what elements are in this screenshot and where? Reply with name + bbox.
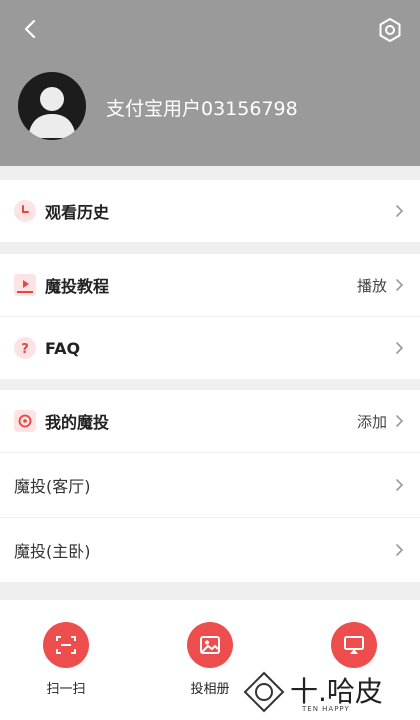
chevron-right-icon — [396, 205, 404, 217]
play-video-icon — [14, 274, 36, 296]
cast-device-icon — [14, 410, 36, 432]
scan-icon — [43, 622, 89, 668]
watermark-brand: 十.哈皮 — [290, 675, 383, 708]
cast-photos-button[interactable]: 投相册 — [170, 622, 250, 697]
chevron-right-icon — [396, 544, 404, 556]
watermark-logo: 十.哈皮 TEN HAPPY — [242, 668, 402, 716]
user-silhouette-icon — [28, 87, 76, 138]
add-action[interactable]: 添加 — [357, 411, 387, 432]
chevron-left-icon[interactable] — [18, 16, 44, 42]
device-item-master-bedroom[interactable]: 魔投(主卧) — [0, 518, 420, 582]
device-label: 魔投(客厅) — [14, 477, 91, 496]
my-cast-group: 我的魔投 添加 魔投(客厅) 魔投(主卧) — [0, 390, 420, 582]
play-action[interactable]: 播放 — [357, 275, 387, 296]
chevron-right-icon — [396, 342, 404, 354]
diamond-logo-icon — [243, 671, 285, 713]
chevron-right-icon — [396, 479, 404, 491]
device-item-living-room[interactable]: 魔投(客厅) — [0, 453, 420, 518]
screen-mirror-icon — [331, 622, 377, 668]
clock-icon — [14, 200, 36, 222]
username: 支付宝用户03156798 — [106, 98, 298, 120]
history-group: 观看历史 — [0, 180, 420, 242]
chevron-right-icon — [396, 279, 404, 291]
svg-text:?: ? — [21, 342, 29, 357]
menu-item-label: FAQ — [45, 338, 81, 358]
menu-item-label: 魔投教程 — [45, 277, 110, 296]
watermark-sub: TEN HAPPY — [302, 705, 350, 713]
profile-header: 支付宝用户03156798 — [0, 0, 420, 166]
help-group: 魔投教程 播放 ? FAQ — [0, 254, 420, 379]
menu-item-tutorial[interactable]: 魔投教程 播放 — [0, 254, 420, 317]
menu-item-faq[interactable]: ? FAQ — [0, 317, 420, 379]
menu-item-my-cast[interactable]: 我的魔投 添加 — [0, 390, 420, 453]
image-icon — [187, 622, 233, 668]
menu-item-label: 我的魔投 — [45, 413, 110, 432]
menu-item-history[interactable]: 观看历史 — [0, 180, 420, 242]
chevron-right-icon — [396, 415, 404, 427]
avatar[interactable] — [18, 72, 86, 140]
cast-photos-label: 投相册 — [190, 682, 230, 697]
scan-label: 扫一扫 — [46, 682, 86, 697]
scan-button[interactable]: 扫一扫 — [26, 622, 106, 697]
question-icon: ? — [14, 337, 36, 359]
device-label: 魔投(主卧) — [14, 542, 91, 561]
menu-item-label: 观看历史 — [45, 203, 110, 222]
gear-icon[interactable] — [376, 16, 404, 44]
